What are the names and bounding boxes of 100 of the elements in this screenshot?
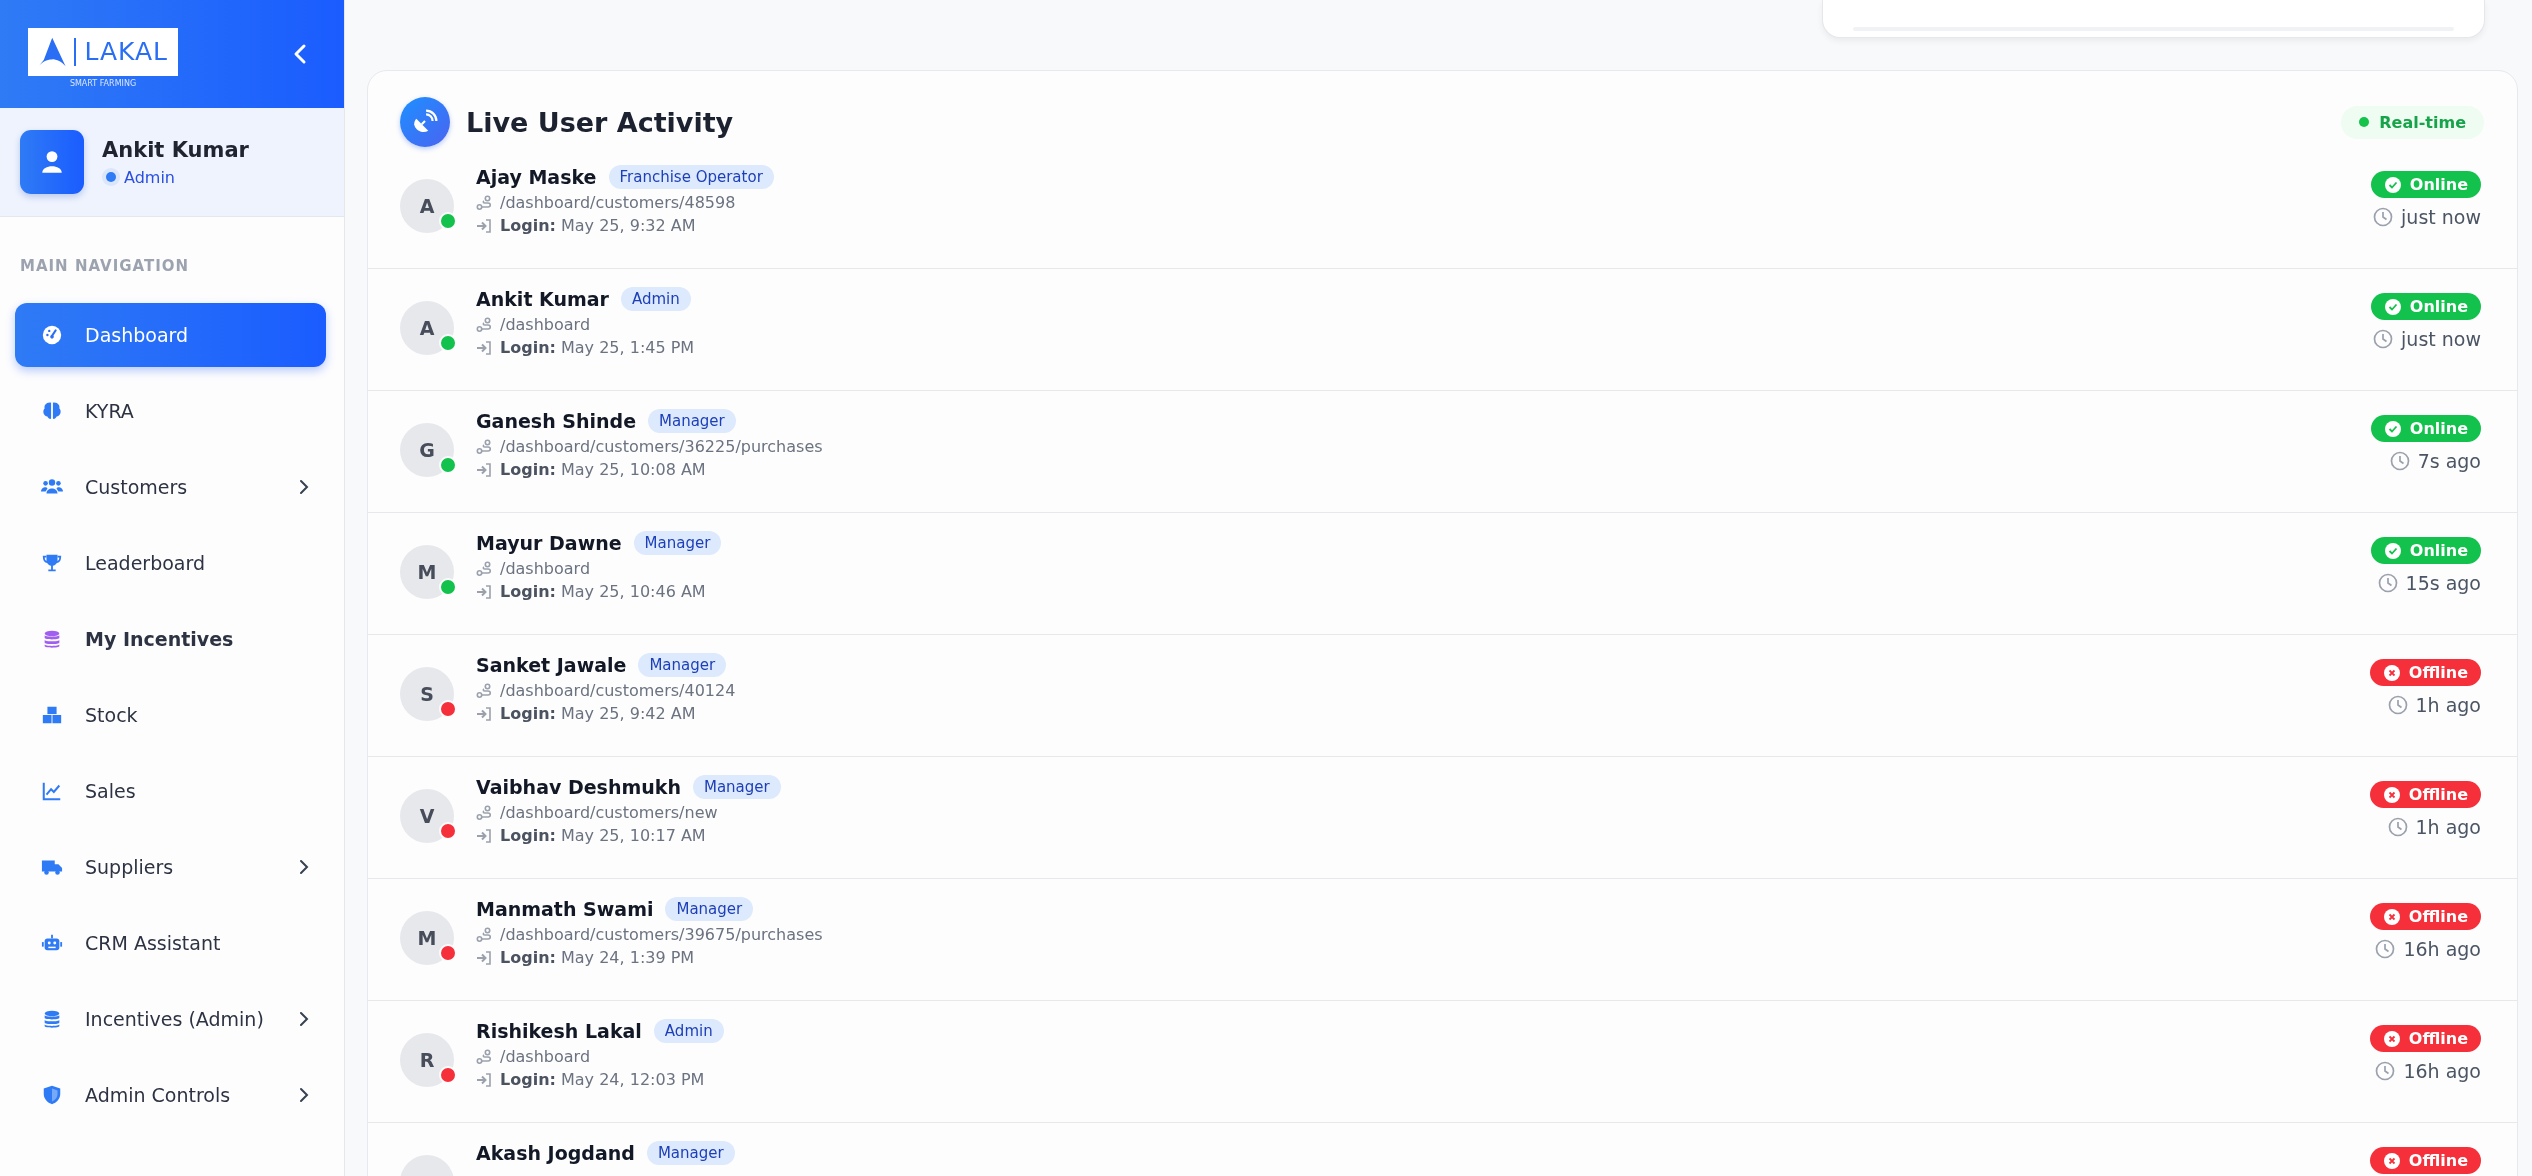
- avatar: V: [400, 789, 454, 843]
- route-icon: [476, 804, 492, 821]
- sign-in-icon: [476, 461, 492, 478]
- role-tag: Admin: [653, 1019, 724, 1043]
- gauge-icon: [41, 324, 63, 346]
- role-tag: Manager: [665, 897, 754, 921]
- route-icon: [476, 926, 492, 943]
- role-tag: Manager: [692, 775, 781, 799]
- trophy-icon: [41, 552, 63, 574]
- realtime-badge: Real-time: [2341, 105, 2484, 139]
- role-tag: Manager: [638, 653, 727, 677]
- last-seen: 1h ago: [2415, 816, 2481, 838]
- avatar: A: [400, 301, 454, 355]
- user-name: Ajay Maske: [476, 166, 597, 188]
- login-time: Login: May 25, 10:08 AM: [500, 460, 706, 479]
- profile-role: Admin: [124, 167, 175, 187]
- shield-icon: [41, 1084, 63, 1106]
- logo-tagline: SMART FARMING: [69, 79, 137, 88]
- user-name: Akash Jogdand: [476, 1142, 635, 1164]
- user-name: Vaibhav Deshmukh: [476, 776, 681, 798]
- sign-in-icon: [476, 705, 492, 722]
- nav-item[interactable]: Stock: [15, 683, 326, 747]
- role-tag: Franchise Operator: [608, 165, 774, 189]
- nav-item[interactable]: Sales: [15, 759, 326, 823]
- page-path: /dashboard/customers/36225/purchases: [500, 437, 823, 456]
- brain-icon: [41, 400, 63, 422]
- nav-item[interactable]: Suppliers: [15, 835, 326, 899]
- user-name: Ankit Kumar: [476, 288, 609, 310]
- user-name: Mayur Dawne: [476, 532, 622, 554]
- avatar: M: [400, 911, 454, 965]
- clock-icon: [2387, 695, 2408, 715]
- role-tag: Admin: [621, 287, 691, 311]
- last-seen: 7s ago: [2417, 450, 2481, 472]
- sign-in-icon: [476, 1071, 492, 1088]
- status-badge: Online: [2370, 171, 2481, 198]
- status-dot-icon: [106, 172, 116, 182]
- nav-item[interactable]: Admin Controls: [15, 1063, 326, 1127]
- clock-icon: [2373, 207, 2394, 227]
- page-path: /dashboard/customers/new: [500, 803, 718, 822]
- route-icon: [476, 682, 492, 699]
- status-badge: Online: [2370, 537, 2481, 564]
- page-path: /dashboard: [500, 559, 591, 578]
- user-avatar-icon: [20, 130, 84, 194]
- clock-icon: [2375, 939, 2396, 959]
- login-time: Login: May 25, 10:17 AM: [500, 826, 706, 845]
- avatar: G: [400, 423, 454, 477]
- user-name: Ganesh Shinde: [476, 410, 636, 432]
- page-path: /dashboard: [500, 315, 591, 334]
- avatar: M: [400, 545, 454, 599]
- user-name: Sanket Jawale: [476, 654, 627, 676]
- status-badge: Offline: [2369, 1025, 2481, 1052]
- status-badge: Offline: [2369, 903, 2481, 930]
- page-path: /dashboard/customers/40124: [500, 681, 736, 700]
- card-title: Live User Activity: [466, 106, 735, 138]
- login-time: Login: May 24, 12:03 PM: [500, 1070, 705, 1089]
- login-time: Login: May 25, 9:32 AM: [500, 216, 696, 235]
- clock-icon: [2375, 1061, 2396, 1081]
- avatar: R: [400, 1033, 454, 1087]
- status-badge: Online: [2370, 415, 2481, 442]
- clock-icon: [2377, 573, 2398, 593]
- status-badge: Offline: [2369, 781, 2481, 808]
- route-icon: [476, 560, 492, 577]
- sign-in-icon: [476, 827, 492, 844]
- page-path: /dashboard: [500, 1047, 591, 1066]
- clock-icon: [2389, 451, 2410, 471]
- clock-icon: [2373, 329, 2394, 349]
- role-tag: Manager: [646, 1141, 735, 1165]
- last-seen: just now: [2401, 206, 2481, 228]
- last-seen: 16h ago: [2403, 1060, 2481, 1082]
- line-chart-icon: [41, 780, 63, 802]
- route-icon: [476, 194, 492, 211]
- nav-item[interactable]: Dashboard: [15, 303, 326, 367]
- last-seen: just now: [2401, 328, 2481, 350]
- nav-item[interactable]: KYRA: [15, 379, 326, 443]
- login-time: Login: May 25, 9:42 AM: [500, 704, 696, 723]
- user-name: Rishikesh Lakal: [476, 1020, 642, 1042]
- satellite-dish-icon: [400, 97, 450, 147]
- sign-in-icon: [476, 217, 492, 234]
- nav-item[interactable]: Leaderboard: [15, 531, 326, 595]
- nav-item[interactable]: Incentives (Admin): [15, 987, 326, 1051]
- user-name: Manmath Swami: [476, 898, 654, 920]
- last-seen: 16h ago: [2403, 938, 2481, 960]
- nav-item[interactable]: Customers: [15, 455, 326, 519]
- nav-item[interactable]: My Incentives: [15, 607, 326, 671]
- profile-name: Ankit Kumar: [102, 137, 249, 162]
- login-time: Login: May 25, 1:45 PM: [500, 338, 695, 357]
- sign-in-icon: [476, 583, 492, 600]
- route-icon: [476, 438, 492, 455]
- avatar: A: [400, 179, 454, 233]
- clock-icon: [2387, 817, 2408, 837]
- role-tag: Manager: [633, 531, 722, 555]
- route-icon: [476, 1048, 492, 1065]
- nav-item[interactable]: CRM Assistant: [15, 911, 326, 975]
- boxes-icon: [41, 704, 63, 726]
- page-path: /dashboard/customers/48598: [500, 193, 736, 212]
- sign-in-icon: [476, 949, 492, 966]
- page-path: /dashboard/customers/39675/purchases: [500, 925, 823, 944]
- status-badge: Online: [2370, 293, 2481, 320]
- login-time: Login: May 25, 10:46 AM: [500, 582, 706, 601]
- status-badge: Offline: [2369, 1147, 2481, 1174]
